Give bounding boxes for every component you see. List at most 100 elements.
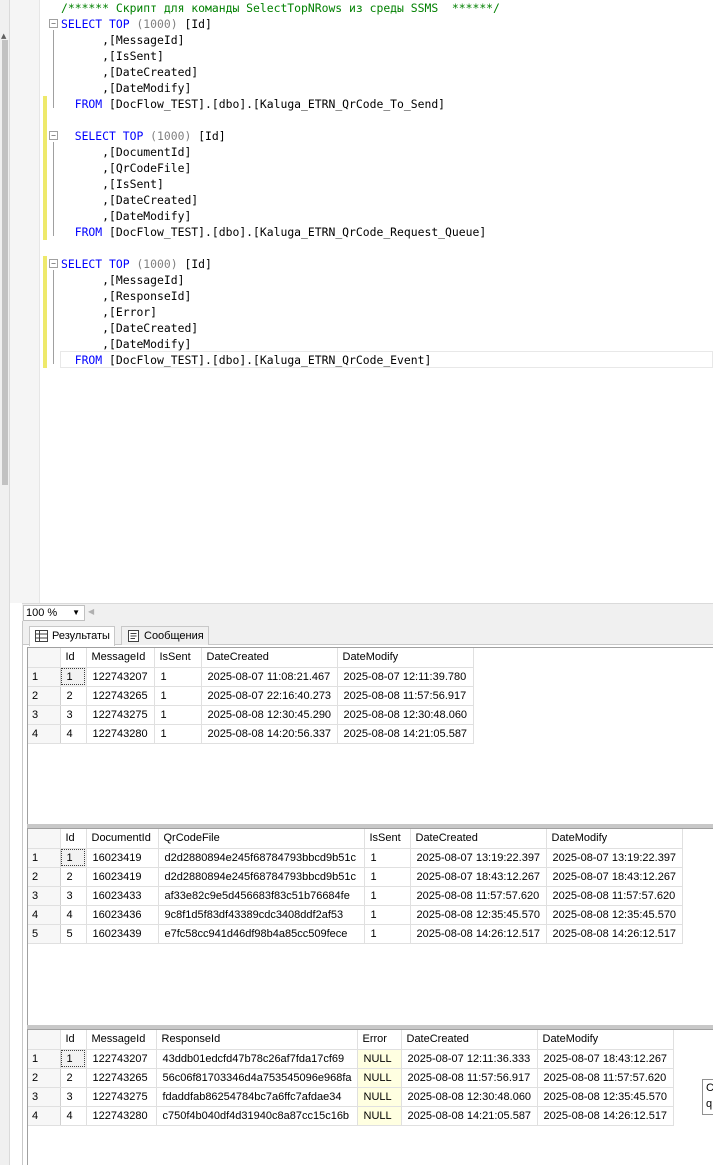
grid-cell[interactable]: NULL [357,1087,402,1107]
grid-cell[interactable]: 16023419 [86,867,159,887]
grid-cell[interactable]: 2025-08-07 18:43:12.267 [410,867,547,887]
grid-cell[interactable]: 2025-08-08 11:57:56.917 [401,1068,538,1088]
grid-cell[interactable]: 122743265 [86,1068,157,1088]
grid-cell[interactable]: 2025-08-08 12:35:45.570 [537,1087,674,1107]
grid-cell[interactable]: 3 [60,886,87,906]
grid-cell[interactable]: 2025-08-08 14:26:12.517 [537,1106,674,1126]
grid-cell[interactable]: 2025-08-07 18:43:12.267 [546,867,683,887]
result-grid-1[interactable]: Id MessageId IsSent DateCreated DateModify 1 1… [27,647,713,827]
grid-cell[interactable]: 2 [60,867,87,887]
column-header[interactable]: Id [60,1030,87,1050]
grid-cell[interactable]: 3 [60,1087,87,1107]
row-number[interactable]: 3 [28,886,61,906]
table-row[interactable]: 3 3 122743275 fdaddfab86254784bc7a6ffc7afda… [28,1087,674,1107]
grid-cell[interactable]: NULL [357,1068,402,1088]
grid-cell[interactable]: 16023439 [86,924,159,944]
scroll-left-icon[interactable]: ◀ [88,607,94,616]
grid-cell[interactable]: 2025-08-08 11:57:57.620 [546,886,683,906]
grid-cell[interactable]: 2 [60,1068,87,1088]
table-row[interactable]: 4 4 16023436 9c8f1d5f83df43389cdc3408ddf2af… [28,905,683,925]
table-row[interactable]: 3 3 16023433 af33e82c9e5d456683f83c51b76684… [28,886,683,906]
row-number[interactable]: 3 [28,1087,61,1107]
collapse-icon[interactable]: − [49,19,58,28]
column-header[interactable]: Id [60,648,87,668]
grid-cell[interactable]: 1 [154,667,202,687]
grid-cell[interactable]: NULL [357,1049,402,1069]
row-number[interactable]: 2 [28,1068,61,1088]
grid-cell[interactable]: 1 [364,848,411,868]
grid-cell[interactable]: 2025-08-08 11:57:57.620 [537,1068,674,1088]
table-row[interactable]: 3 3 122743275 1 2025-08-08 12:30:45.290 2025-… [28,705,474,725]
row-number[interactable]: 4 [28,1106,61,1126]
grid-cell[interactable]: 2025-08-07 13:19:22.397 [410,848,547,868]
grid-cell[interactable]: 2025-08-07 12:11:36.333 [401,1049,538,1069]
table-row[interactable]: 1 1 16023419 d2d2880894e245f68784793bbcd9b5… [28,848,683,868]
row-number[interactable]: 1 [28,1049,61,1069]
grid-corner[interactable] [28,1030,61,1050]
grid-cell[interactable]: 122743275 [86,1087,157,1107]
column-header[interactable]: DateModify [337,648,474,668]
scroll-up-icon[interactable]: ▲ [1,32,6,40]
grid-cell[interactable]: 2 [60,686,87,706]
chevron-down-icon[interactable]: ▼ [72,606,80,620]
column-header[interactable]: QrCodeFile [158,829,365,849]
grid-cell[interactable]: 9c8f1d5f83df43389cdc3408ddf2af53 [158,905,365,925]
grid-cell[interactable]: 122743275 [86,705,155,725]
grid-cell[interactable]: fdaddfab86254784bc7a6ffc7afdae34 [156,1087,358,1107]
result-grid-3[interactable]: Id MessageId ResponseId Error DateCreated Dat… [27,1029,713,1165]
grid-cell[interactable]: 122743280 [86,1106,157,1126]
grid-cell[interactable]: 1 [364,905,411,925]
grid-cell[interactable]: 2025-08-08 14:26:12.517 [546,924,683,944]
tab-results[interactable]: Результаты [29,626,115,646]
grid-cell[interactable]: 1 [364,886,411,906]
grid-cell[interactable]: 2025-08-08 14:21:05.587 [401,1106,538,1126]
grid-cell[interactable]: 43ddb01edcfd47b78c26af7fda17cf69 [156,1049,358,1069]
result-table[interactable]: Id MessageId IsSent DateCreated DateModify 1 1… [28,648,474,744]
grid-corner[interactable] [28,829,61,849]
grid-cell[interactable]: 2025-08-08 14:20:56.337 [201,724,338,744]
collapse-icon[interactable]: − [49,131,58,140]
column-header[interactable]: DateCreated [410,829,547,849]
grid-cell[interactable]: 56c06f81703346d4a753545096e968fa [156,1068,358,1088]
grid-cell[interactable]: d2d2880894e245f68784793bbcd9b51c [158,848,365,868]
grid-cell[interactable]: 4 [60,905,87,925]
row-number[interactable]: 3 [28,705,61,725]
grid-cell[interactable]: c750f4b040df4d31940c8a87cc15c16b [156,1106,358,1126]
row-number[interactable]: 2 [28,867,61,887]
row-number[interactable]: 1 [28,667,61,687]
table-row[interactable]: 5 5 16023439 e7fc58cc941d46df98b4a85cc509fe… [28,924,683,944]
result-grid-2[interactable]: Id DocumentId QrCodeFile IsSent DateCreated D… [27,828,713,1026]
row-number[interactable]: 4 [28,724,61,744]
grid-cell[interactable]: 122743207 [86,1049,157,1069]
grid-cell[interactable]: 122743265 [86,686,155,706]
grid-cell[interactable]: 1 [60,848,87,868]
grid-cell[interactable]: d2d2880894e245f68784793bbcd9b51c [158,867,365,887]
grid-cell[interactable]: 2025-08-07 12:11:39.780 [337,667,474,687]
grid-cell[interactable]: 2025-08-07 22:16:40.273 [201,686,338,706]
column-header[interactable]: DateModify [537,1030,674,1050]
column-header[interactable]: MessageId [86,648,155,668]
grid-cell[interactable]: 2025-08-07 13:19:22.397 [546,848,683,868]
grid-cell[interactable]: 16023433 [86,886,159,906]
grid-cell[interactable]: 1 [364,867,411,887]
column-header[interactable]: DateCreated [401,1030,538,1050]
column-header[interactable]: Error [357,1030,402,1050]
grid-cell[interactable]: 2025-08-08 11:57:57.620 [410,886,547,906]
grid-cell[interactable]: 1 [364,924,411,944]
grid-cell[interactable]: 2025-08-07 11:08:21.467 [201,667,338,687]
grid-cell[interactable]: 5 [60,924,87,944]
table-row[interactable]: 4 4 122743280 c750f4b040df4d31940c8a87cc15c… [28,1106,674,1126]
grid-cell[interactable]: 2025-08-08 11:57:56.917 [337,686,474,706]
grid-cell[interactable]: 1 [60,1049,87,1069]
column-header[interactable]: IsSent [154,648,202,668]
grid-cell[interactable]: 2025-08-08 12:30:48.060 [401,1087,538,1107]
table-row[interactable]: 2 2 16023419 d2d2880894e245f68784793bbcd9b5… [28,867,683,887]
row-number[interactable]: 1 [28,848,61,868]
grid-cell[interactable]: 122743280 [86,724,155,744]
collapse-icon[interactable]: − [49,259,58,268]
grid-cell[interactable]: 2025-08-08 12:30:45.290 [201,705,338,725]
grid-cell[interactable]: af33e82c9e5d456683f83c51b76684fe [158,886,365,906]
grid-cell[interactable]: 2025-08-08 14:26:12.517 [410,924,547,944]
tab-messages[interactable]: Сообщения [121,626,209,645]
row-number[interactable]: 2 [28,686,61,706]
